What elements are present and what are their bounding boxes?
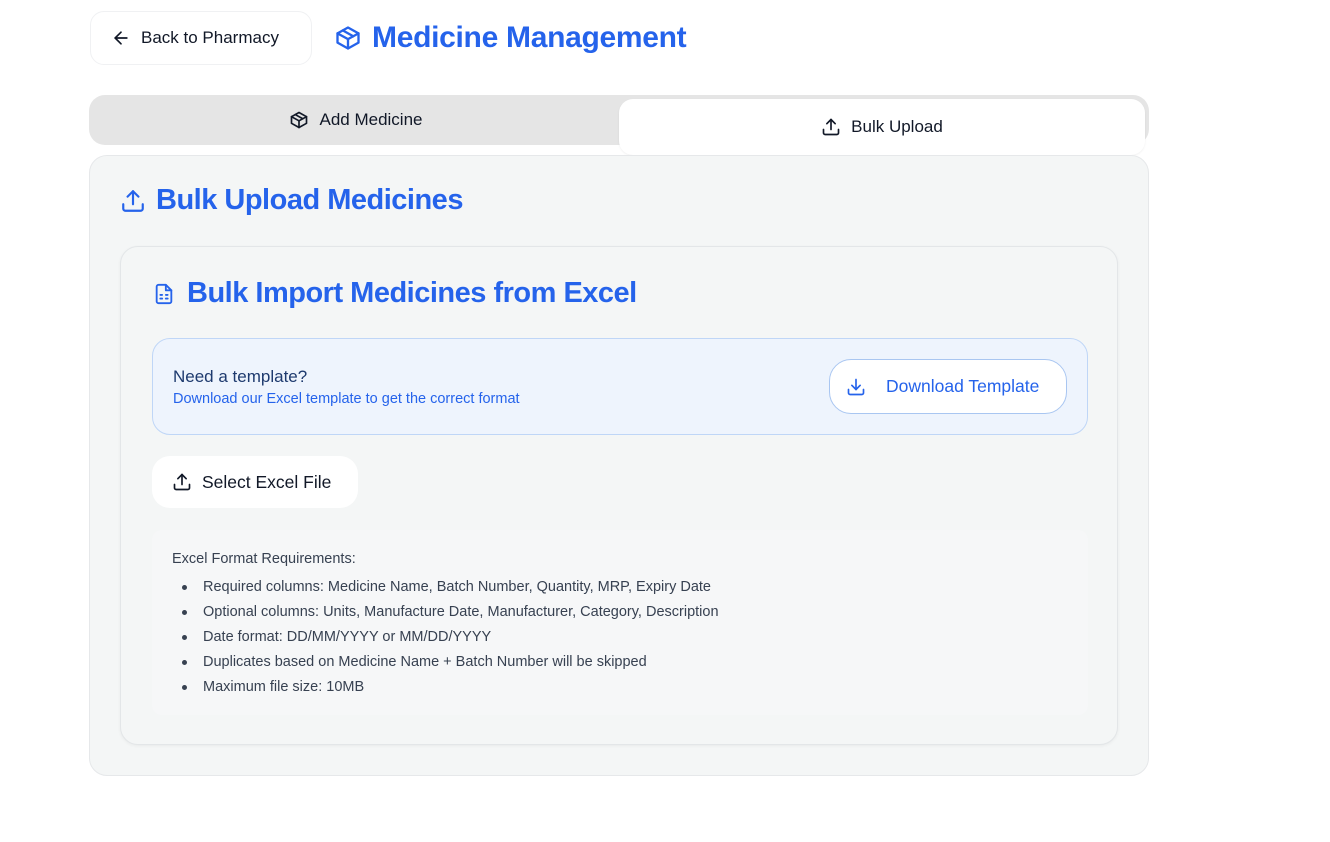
back-button-label: Back to Pharmacy bbox=[141, 28, 279, 47]
bullet-icon bbox=[182, 635, 187, 640]
card-title-group: Bulk Upload Medicines bbox=[120, 184, 463, 217]
template-heading: Need a template? bbox=[173, 367, 308, 386]
page-title: Medicine Management bbox=[372, 21, 687, 54]
list-item: Duplicates based on Medicine Name + Batc… bbox=[172, 650, 719, 675]
requirements-title: Excel Format Requirements: bbox=[172, 551, 356, 567]
card-title: Bulk Upload Medicines bbox=[156, 184, 463, 216]
requirement-text: Optional columns: Units, Manufacture Dat… bbox=[203, 604, 719, 620]
package-icon bbox=[291, 111, 308, 129]
page-header: Back to Pharmacy Medicine Management bbox=[90, 10, 687, 66]
bullet-icon bbox=[182, 610, 187, 615]
upload-icon bbox=[822, 118, 840, 136]
format-requirements: Excel Format Requirements: Required colu… bbox=[152, 530, 1088, 715]
download-icon bbox=[847, 378, 865, 395]
package-icon bbox=[336, 26, 360, 50]
select-file-label: Select Excel File bbox=[202, 471, 332, 492]
bulk-import-panel: Bulk Import Medicines from Excel Need a … bbox=[120, 246, 1118, 745]
upload-icon bbox=[122, 189, 144, 212]
list-item: Date format: DD/MM/YYYY or MM/DD/YYYY bbox=[172, 625, 719, 650]
list-item: Maximum file size: 10MB bbox=[172, 675, 719, 700]
requirement-text: Maximum file size: 10MB bbox=[203, 679, 365, 695]
upload-icon bbox=[173, 473, 191, 491]
import-title: Bulk Import Medicines from Excel bbox=[187, 277, 637, 309]
requirements-list: Required columns: Medicine Name, Batch N… bbox=[172, 575, 719, 700]
list-item: Optional columns: Units, Manufacture Dat… bbox=[172, 600, 719, 625]
download-template-button[interactable]: Download Template bbox=[829, 359, 1067, 414]
tab-bulk-upload[interactable]: Bulk Upload bbox=[619, 99, 1145, 155]
page-title-group: Medicine Management bbox=[334, 21, 687, 55]
tab-label: Add Medicine bbox=[319, 110, 423, 129]
file-spreadsheet-icon bbox=[155, 283, 173, 304]
tab-add-medicine[interactable]: Add Medicine bbox=[93, 99, 619, 141]
bullet-icon bbox=[182, 685, 187, 690]
bullet-icon bbox=[182, 660, 187, 665]
list-item: Required columns: Medicine Name, Batch N… bbox=[172, 575, 719, 600]
tab-bar: Add Medicine Bulk Upload bbox=[89, 95, 1149, 155]
requirement-text: Date format: DD/MM/YYYY or MM/DD/YYYY bbox=[203, 629, 492, 645]
requirement-text: Duplicates based on Medicine Name + Batc… bbox=[203, 654, 647, 670]
template-callout: Need a template? Download our Excel temp… bbox=[152, 338, 1088, 435]
requirement-text: Required columns: Medicine Name, Batch N… bbox=[203, 579, 711, 595]
bulk-upload-card: Bulk Upload Medicines Bulk Import Medici… bbox=[89, 155, 1149, 776]
download-template-label: Download Template bbox=[886, 376, 1040, 396]
back-to-pharmacy-button[interactable]: Back to Pharmacy bbox=[90, 11, 312, 65]
select-excel-file-button[interactable]: Select Excel File bbox=[152, 456, 358, 508]
template-subtext: Download our Excel template to get the c… bbox=[173, 391, 520, 407]
import-title-group: Bulk Import Medicines from Excel bbox=[153, 277, 637, 310]
tab-label: Bulk Upload bbox=[851, 117, 943, 136]
arrow-left-icon bbox=[114, 31, 128, 45]
bullet-icon bbox=[182, 585, 187, 590]
